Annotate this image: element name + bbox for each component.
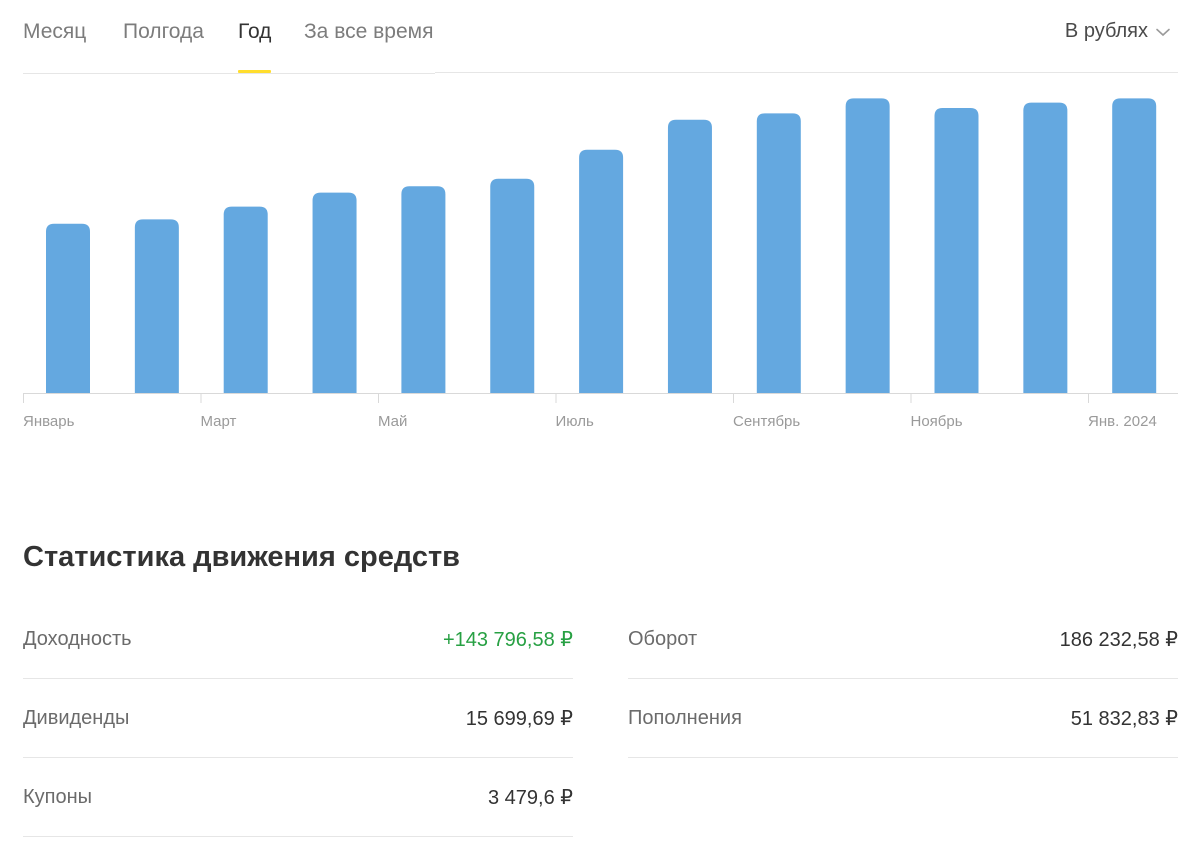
currency-dropdown-label: В рублях [1064,20,1148,42]
bar-11[interactable] [934,108,979,393]
bar-10[interactable] [845,98,890,393]
stats-left-column: Доходность +143 796,58 ₽ Дивиденды 15 69… [23,600,573,837]
bar-13[interactable] [1112,98,1157,393]
bar-12[interactable] [1023,102,1068,393]
stats-right-column: Оборот 186 232,58 ₽ Пополнения 51 832,83… [628,600,1178,758]
stat-row-turnover: Оборот 186 232,58 ₽ [628,600,1178,679]
bar-7[interactable] [579,149,624,393]
bar-2[interactable] [134,219,179,393]
active-tab-indicator [238,70,271,73]
stat-label: Пополнения [628,706,742,729]
stat-row-deposits: Пополнения 51 832,83 ₽ [628,679,1178,758]
x-tick-label: Ноябрь [911,413,963,430]
stat-value: 3 479,6 ₽ [487,786,573,809]
currency-dropdown[interactable]: В рублях [1065,20,1172,43]
stat-label: Доходность [23,627,132,650]
x-tick-label: Сентябрь [733,413,800,430]
tab-all-time[interactable]: За все время [304,20,433,44]
bar-5[interactable] [401,186,446,393]
bar-8[interactable] [667,119,712,394]
bar-1[interactable] [46,223,90,393]
period-tabs: Месяц Полгода Год За все время [23,0,435,74]
stat-label: Купоны [23,785,93,808]
portfolio-bar-chart: Январь Март Май Июль Сентябрь Ноябрь Янв. 2024 [23,98,1178,430]
stat-row-dividends: Дивиденды 15 699,69 ₽ [23,679,573,758]
x-tick-label: Январь [23,413,75,430]
x-tick-label: Май [378,413,407,430]
stat-label: Дивиденды [23,706,130,729]
x-tick-label: Июль [556,413,594,430]
bar-6[interactable] [490,178,535,393]
stat-value: +143 796,58 ₽ [442,628,573,651]
stat-row-coupons: Купоны 3 479,6 ₽ [23,758,573,837]
bar-3[interactable] [223,206,268,393]
section-title: Статистика движения средств [23,541,461,573]
stat-value: 15 699,69 ₽ [465,707,573,730]
bar-9[interactable] [756,113,801,393]
x-tick-label: Янв. 2024 [1088,413,1157,430]
header-divider [435,72,1178,73]
tab-year[interactable]: Год [238,20,271,44]
x-tick-label: Март [201,413,237,430]
stat-label: Оборот [628,627,698,650]
bar-4[interactable] [312,192,357,393]
tab-half-year[interactable]: Полгода [123,20,204,44]
chevron-down-icon [1156,28,1170,36]
stat-row-yield: Доходность +143 796,58 ₽ [23,600,573,679]
stat-value: 186 232,58 ₽ [1059,628,1178,651]
tab-month[interactable]: Месяц [23,20,86,44]
stat-value: 51 832,83 ₽ [1070,707,1178,730]
